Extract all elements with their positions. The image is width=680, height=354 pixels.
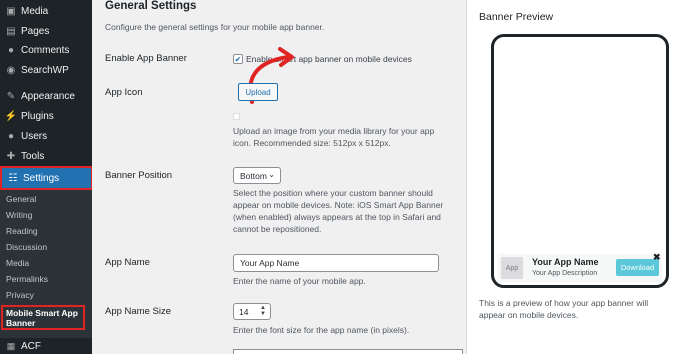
app-name-size-label: App Name Size bbox=[105, 306, 172, 317]
sidebar-item-acf[interactable]: ▦ ACF bbox=[0, 338, 92, 354]
checkmark-icon: ✔ bbox=[234, 54, 242, 64]
app-icon-label: App Icon bbox=[105, 87, 143, 98]
users-icon: ● bbox=[7, 130, 15, 142]
close-icon[interactable]: ✖ bbox=[653, 252, 661, 263]
banner-position-help: Select the position where your custom ba… bbox=[233, 188, 444, 234]
banner-position-select[interactable]: Bottom ⌄ bbox=[233, 167, 281, 184]
media-icon: ▣ bbox=[6, 5, 16, 17]
appearance-icon: ✎ bbox=[6, 90, 16, 102]
next-field-input[interactable] bbox=[233, 349, 463, 354]
submenu-mobile-smart-app-banner[interactable]: Mobile Smart App Banner bbox=[1, 305, 85, 330]
stepper-icon[interactable]: ▲ ▼ bbox=[260, 305, 266, 317]
banner-position-label: Banner Position bbox=[105, 170, 173, 181]
banner-preview-description: This is a preview of how your app banner… bbox=[479, 298, 649, 320]
submenu-media[interactable]: Media bbox=[6, 258, 29, 268]
submenu-writing[interactable]: Writing bbox=[6, 210, 32, 220]
app-name-size-help: Enter the font size for the app name (in… bbox=[233, 325, 410, 335]
app-name-label: App Name bbox=[105, 257, 150, 268]
page-title: General Settings bbox=[105, 0, 197, 12]
submenu-privacy[interactable]: Privacy bbox=[6, 290, 34, 300]
app-name-input[interactable]: Your App Name bbox=[233, 254, 439, 272]
app-icon-help: Upload an image from your media library … bbox=[233, 126, 435, 148]
chevron-down-icon: ⌄ bbox=[268, 170, 275, 179]
acf-icon: ▦ bbox=[6, 340, 16, 351]
sidebar-item-media[interactable]: ▣ Media bbox=[0, 0, 92, 22]
app-icon-preview bbox=[233, 113, 240, 120]
submenu-reading[interactable]: Reading bbox=[6, 226, 38, 236]
sidebar-item-appearance[interactable]: ✎ Appearance bbox=[0, 85, 92, 107]
app-name-help: Enter the name of your mobile app. bbox=[233, 276, 366, 286]
preview-app-description: Your App Description bbox=[532, 270, 598, 277]
comments-icon: ● bbox=[7, 44, 15, 56]
admin-sidebar: ▣ Media ▤ Pages ● Comments ◉ SearchWP ✎ … bbox=[0, 0, 93, 354]
preview-app-name: Your App Name bbox=[532, 257, 599, 267]
settings-intro: Configure the general settings for your … bbox=[105, 22, 325, 32]
sidebar-item-plugins[interactable]: ⚡ Plugins bbox=[0, 105, 92, 127]
enable-app-banner-label: Enable App Banner bbox=[105, 53, 187, 64]
app-banner-preview: App Your App Name Your App Description D… bbox=[498, 252, 662, 282]
sidebar-item-comments[interactable]: ● Comments bbox=[0, 39, 92, 61]
sidebar-item-settings[interactable]: ☷ Settings bbox=[0, 166, 93, 190]
settings-main: General Settings Configure the general s… bbox=[92, 0, 466, 354]
submenu-general[interactable]: General bbox=[6, 194, 36, 204]
plugins-icon: ⚡ bbox=[4, 110, 18, 122]
settings-icon: ☷ bbox=[8, 172, 18, 184]
tools-icon: ✚ bbox=[6, 150, 16, 162]
submenu-permalinks[interactable]: Permalinks bbox=[6, 274, 48, 284]
banner-preview-title: Banner Preview bbox=[479, 11, 554, 23]
submenu-discussion[interactable]: Discussion bbox=[6, 242, 47, 252]
banner-preview-panel: Banner Preview App Your App Name Your Ap… bbox=[466, 0, 680, 354]
sidebar-item-users[interactable]: ● Users bbox=[0, 125, 92, 147]
phone-mockup: App Your App Name Your App Description D… bbox=[491, 34, 669, 288]
searchwp-icon: ◉ bbox=[6, 64, 16, 76]
app-icon-placeholder: App bbox=[501, 257, 523, 279]
sidebar-item-searchwp[interactable]: ◉ SearchWP bbox=[0, 59, 92, 81]
pages-icon: ▤ bbox=[6, 25, 16, 37]
sidebar-item-tools[interactable]: ✚ Tools bbox=[0, 145, 92, 167]
upload-button[interactable]: Upload bbox=[238, 83, 278, 101]
app-name-size-input[interactable]: 14 ▲ ▼ bbox=[233, 303, 271, 320]
